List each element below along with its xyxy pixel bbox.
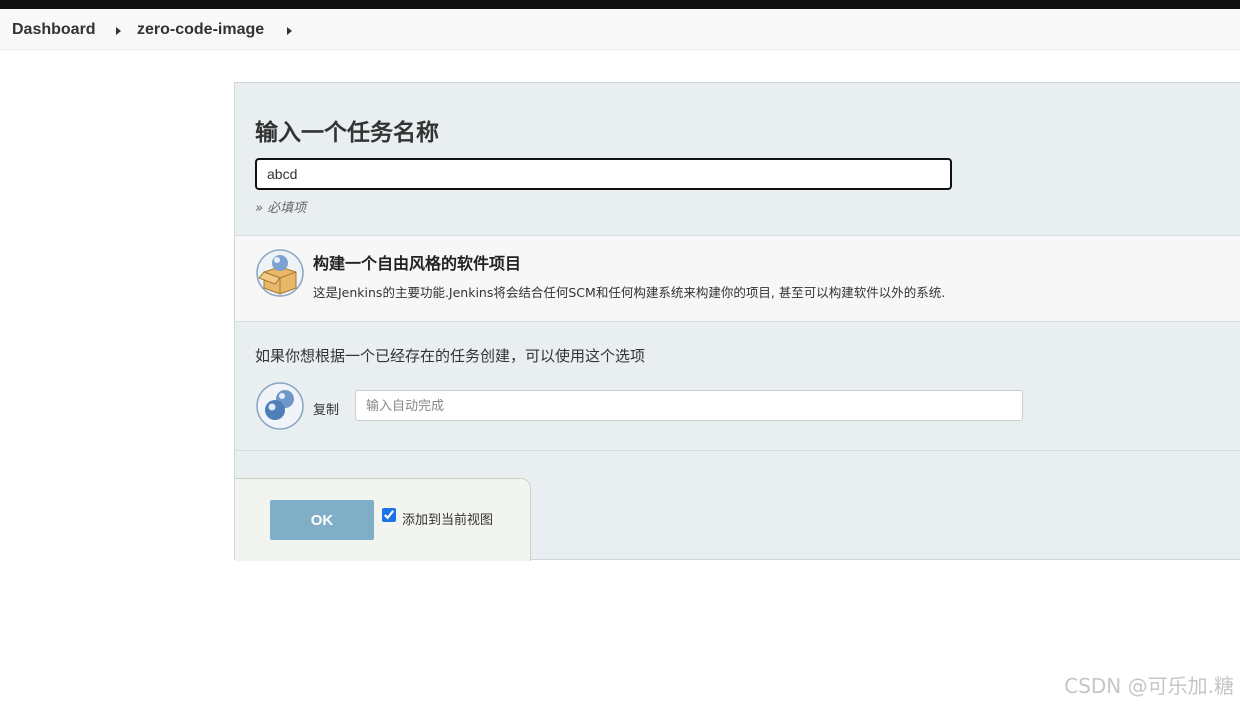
freestyle-project-icon <box>256 249 304 297</box>
add-to-view-checkbox[interactable] <box>382 508 396 522</box>
chevron-right-icon[interactable] <box>287 27 292 35</box>
new-item-panel: 输入一个任务名称 » 必填项 构建一个自由风格的软件项目 这是Jenkins的主… <box>234 82 1240 561</box>
job-type-description: 这是Jenkins的主要功能.Jenkins将会结合任何SCM和任何构建系统来构… <box>313 285 946 300</box>
breadcrumb-job[interactable]: zero-code-image <box>137 21 264 39</box>
chevron-right-icon[interactable] <box>116 27 121 35</box>
item-name-input[interactable] <box>255 158 952 190</box>
required-hint: » 必填项 <box>255 201 307 216</box>
copy-from-input[interactable] <box>355 390 1023 421</box>
divider <box>235 450 1240 451</box>
breadcrumb: Dashboard zero-code-image <box>0 9 1240 50</box>
copy-job-icon <box>256 382 304 430</box>
ok-button[interactable]: OK <box>270 500 374 540</box>
breadcrumb-dashboard[interactable]: Dashboard <box>12 21 96 39</box>
page-title: 输入一个任务名称 <box>255 120 439 146</box>
job-type-freestyle[interactable]: 构建一个自由风格的软件项目 这是Jenkins的主要功能.Jenkins将会结合… <box>235 235 1240 322</box>
top-bar <box>0 0 1240 9</box>
copy-hint: 如果你想根据一个已经存在的任务创建，可以使用这个选项 <box>255 347 646 365</box>
add-to-view-label[interactable]: 添加到当前视图 <box>402 509 493 528</box>
footer-actions: OK 添加到当前视图 <box>235 478 531 561</box>
watermark: CSDN @可乐加.糖 <box>1064 674 1234 698</box>
copy-label: 复制 <box>313 403 340 418</box>
job-type-title: 构建一个自由风格的软件项目 <box>313 254 522 273</box>
